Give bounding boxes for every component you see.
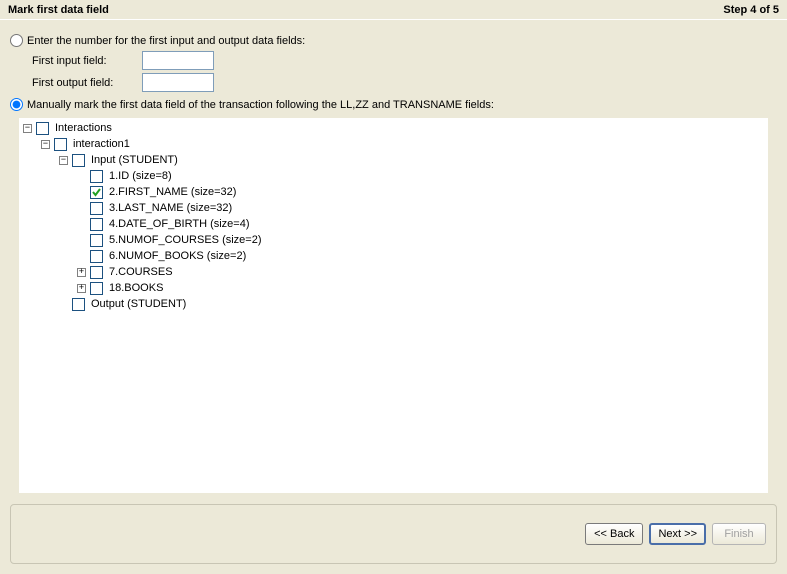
- tree-node-label[interactable]: Interactions: [53, 122, 114, 134]
- tree-node-label[interactable]: 5.NUMOF_COURSES (size=2): [107, 234, 264, 246]
- tree-node[interactable]: − interaction1: [41, 136, 768, 152]
- tree-node-label[interactable]: 1.ID (size=8): [107, 170, 174, 182]
- tree-checkbox[interactable]: [72, 154, 85, 167]
- tree-node[interactable]: 6.NUMOF_BOOKS (size=2): [77, 248, 768, 264]
- tree-node[interactable]: +7.COURSES: [77, 264, 768, 280]
- first-input-label: First input field:: [32, 55, 142, 67]
- options-section: Enter the number for the first input and…: [0, 20, 787, 113]
- header-title: Mark first data field: [8, 4, 109, 16]
- tree-checkbox[interactable]: [90, 282, 103, 295]
- tree-node-label[interactable]: Input (STUDENT): [89, 154, 180, 166]
- wizard-header: Mark first data field Step 4 of 5: [0, 0, 787, 20]
- wizard-panel: Mark first data field Step 4 of 5 Enter …: [0, 0, 787, 574]
- tree-checkbox[interactable]: [90, 170, 103, 183]
- option-enter-number-row[interactable]: Enter the number for the first input and…: [10, 34, 777, 47]
- number-fields: First input field: First output field:: [32, 51, 777, 92]
- first-output-label: First output field:: [32, 77, 142, 89]
- back-button[interactable]: << Back: [585, 523, 643, 545]
- tree-node-label[interactable]: 2.FIRST_NAME (size=32): [107, 186, 238, 198]
- tree-node-label[interactable]: interaction1: [71, 138, 132, 150]
- tree-checkbox[interactable]: [90, 266, 103, 279]
- interactions-tree[interactable]: −Interactions−interaction1−Input (STUDEN…: [21, 120, 768, 312]
- tree-node-label[interactable]: 6.NUMOF_BOOKS (size=2): [107, 250, 248, 262]
- tree-node[interactable]: 2.FIRST_NAME (size=32): [77, 184, 768, 200]
- tree-checkbox[interactable]: [90, 186, 103, 199]
- option-manually-mark-row[interactable]: Manually mark the first data field of th…: [10, 98, 777, 111]
- tree-node-label[interactable]: 18.BOOKS: [107, 282, 165, 294]
- tree-node[interactable]: 4.DATE_OF_BIRTH (size=4): [77, 216, 768, 232]
- expand-icon[interactable]: +: [77, 268, 86, 277]
- tree-node-label[interactable]: 4.DATE_OF_BIRTH (size=4): [107, 218, 252, 230]
- tree-node[interactable]: +18.BOOKS: [77, 280, 768, 296]
- tree-checkbox[interactable]: [72, 298, 85, 311]
- tree-node[interactable]: 1.ID (size=8): [77, 168, 768, 184]
- collapse-icon[interactable]: −: [59, 156, 68, 165]
- wizard-buttons: << Back Next >> Finish: [10, 504, 777, 564]
- tree-node[interactable]: Output (STUDENT): [59, 296, 768, 312]
- tree-node-label[interactable]: Output (STUDENT): [89, 298, 188, 310]
- next-button[interactable]: Next >>: [649, 523, 706, 545]
- tree-checkbox[interactable]: [36, 122, 49, 135]
- tree-checkbox[interactable]: [90, 234, 103, 247]
- tree-node[interactable]: 5.NUMOF_COURSES (size=2): [77, 232, 768, 248]
- option-manually-mark-label[interactable]: Manually mark the first data field of th…: [27, 99, 494, 111]
- option-enter-number-label[interactable]: Enter the number for the first input and…: [27, 35, 305, 47]
- tree-node-label[interactable]: 3.LAST_NAME (size=32): [107, 202, 234, 214]
- collapse-icon[interactable]: −: [41, 140, 50, 149]
- tree-checkbox[interactable]: [90, 250, 103, 263]
- first-output-field[interactable]: [142, 73, 214, 92]
- tree-node[interactable]: − Input (STUDENT): [59, 152, 768, 168]
- first-input-field[interactable]: [142, 51, 214, 70]
- tree-checkbox[interactable]: [90, 202, 103, 215]
- tree-node[interactable]: − Interactions: [23, 120, 768, 136]
- tree-checkbox[interactable]: [54, 138, 67, 151]
- expand-icon[interactable]: +: [77, 284, 86, 293]
- tree-panel[interactable]: −Interactions−interaction1−Input (STUDEN…: [18, 117, 769, 494]
- tree-node-label[interactable]: 7.COURSES: [107, 266, 175, 278]
- option-manually-mark-radio[interactable]: [10, 98, 23, 111]
- finish-button[interactable]: Finish: [712, 523, 766, 545]
- header-step: Step 4 of 5: [723, 4, 779, 16]
- collapse-icon[interactable]: −: [23, 124, 32, 133]
- tree-node[interactable]: 3.LAST_NAME (size=32): [77, 200, 768, 216]
- option-enter-number-radio[interactable]: [10, 34, 23, 47]
- tree-checkbox[interactable]: [90, 218, 103, 231]
